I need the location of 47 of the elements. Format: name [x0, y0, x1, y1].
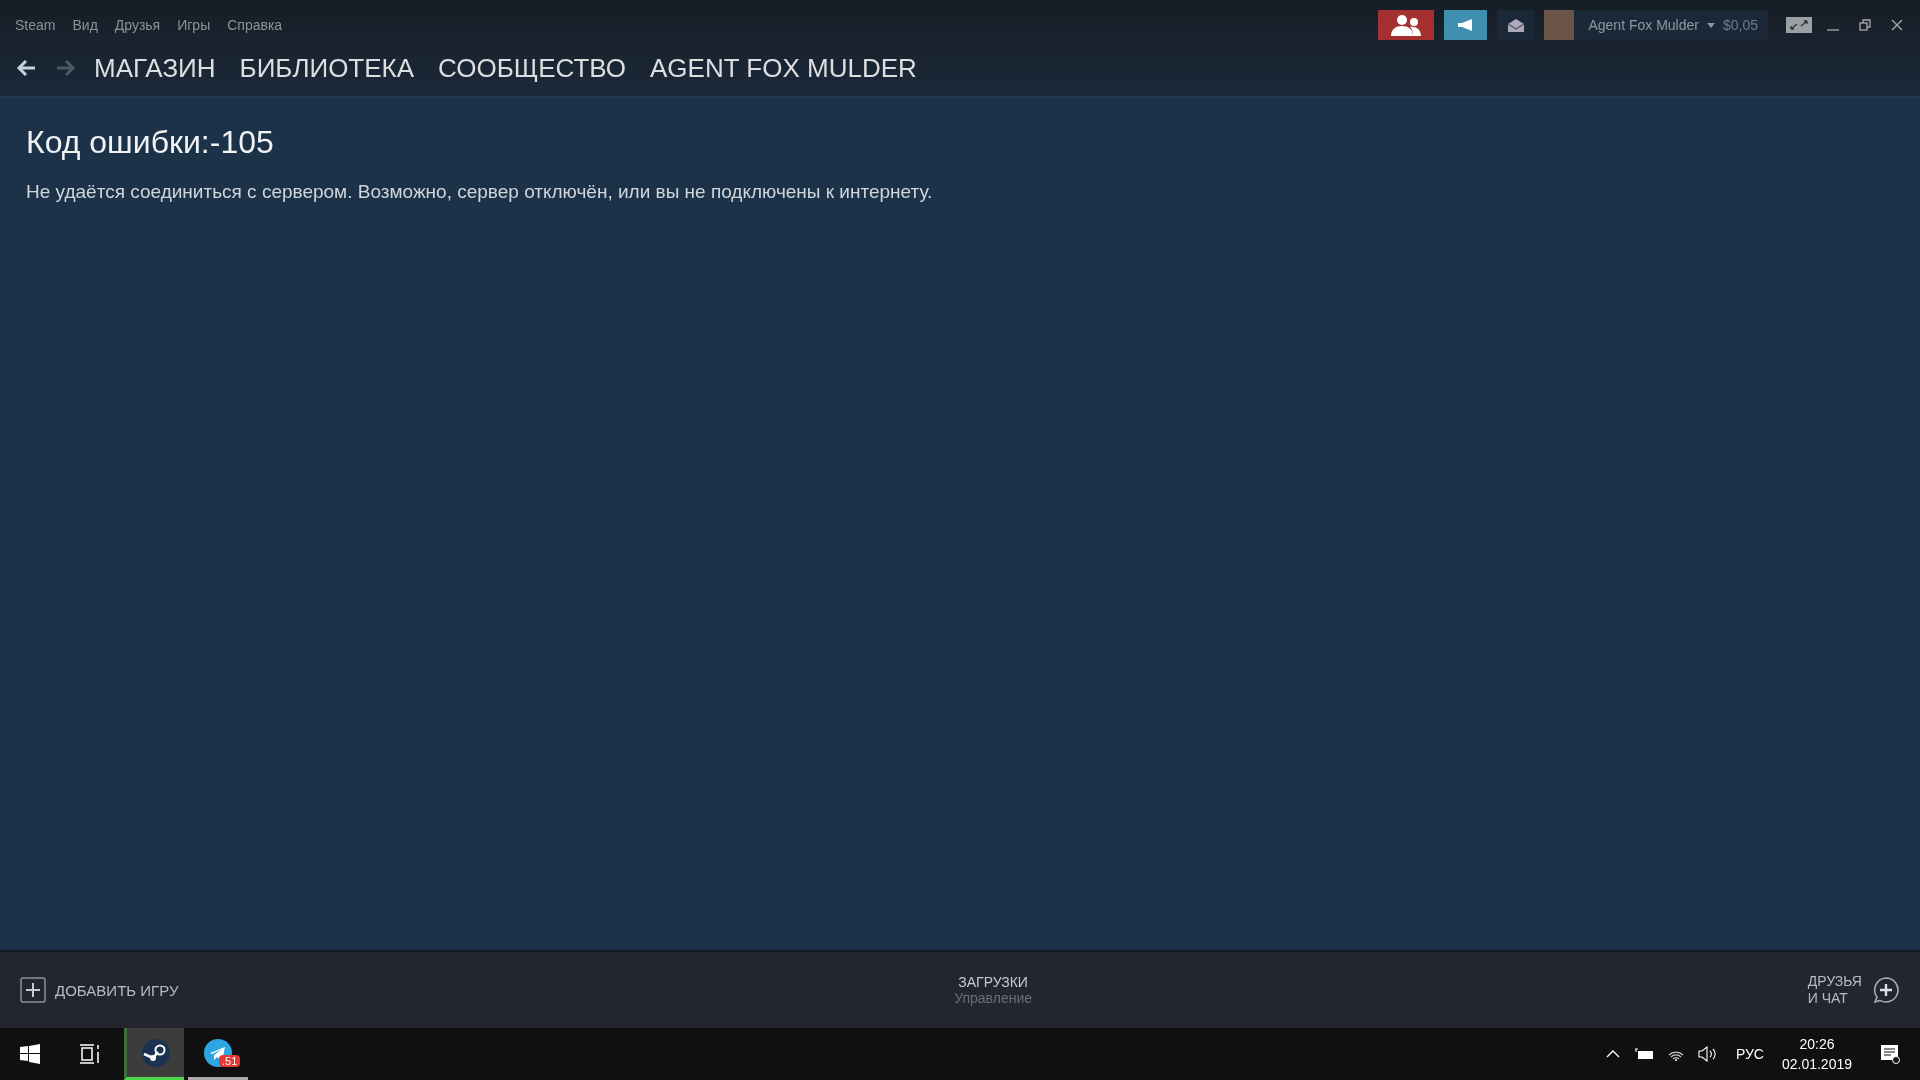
clock-date[interactable]: 02.01.2019 [1781, 1056, 1852, 1072]
expand-icon [1786, 17, 1812, 33]
account-name: Agent Fox Mulder [1588, 17, 1699, 33]
error-message: Не удаётся соединиться с сервером. Возможно, сервер отключён, или вы не подключены к интернету. [26, 181, 934, 203]
back-arrow-icon [16, 59, 36, 77]
wallet-balance: $0,05 [1722, 17, 1758, 33]
notifications-icon[interactable] [1880, 1044, 1900, 1064]
menu-item[interactable]: Игры [177, 17, 211, 33]
chevron-up-icon[interactable] [1605, 1050, 1620, 1058]
big-picture-button[interactable] [1786, 17, 1812, 33]
menu-item[interactable]: Вид [72, 17, 98, 33]
language-indicator[interactable]: РУС [1735, 1046, 1764, 1062]
clock-time[interactable]: 20:26 [1799, 1036, 1835, 1052]
menu-item[interactable]: Друзья [114, 17, 161, 33]
plus-icon [20, 977, 46, 1003]
add-game-button[interactable]: ДОБАВИТЬ ИГРУ [20, 977, 179, 1003]
nav-tab[interactable]: МАГАЗИН [94, 52, 216, 84]
battery-icon[interactable] [1633, 1048, 1654, 1060]
windows-icon [20, 1044, 40, 1064]
inbox-button[interactable] [1497, 10, 1535, 40]
nav-tab[interactable]: БИБЛИОТЕКА [239, 52, 415, 84]
restore-icon [1859, 19, 1871, 31]
account-menu[interactable]: Agent Fox Mulder $0,05 [1544, 10, 1768, 40]
megaphone-icon [1456, 19, 1475, 31]
announcements-button[interactable] [1444, 10, 1488, 40]
people-icon [1389, 14, 1424, 36]
menu-item[interactable]: Справка [227, 17, 283, 33]
notification-badge: .51 [219, 1055, 241, 1067]
minimize-icon [1827, 28, 1839, 31]
nav-tab[interactable]: AGENT FOX MULDER [650, 52, 917, 84]
speaker-icon[interactable] [1697, 1046, 1718, 1062]
taskbar-app[interactable]: .51 [188, 1028, 248, 1080]
friends-button[interactable] [1378, 10, 1435, 40]
caret-icon [1706, 22, 1715, 28]
nav-tab[interactable]: СООБЩЕСТВО [438, 52, 626, 84]
steam-icon [140, 1037, 171, 1068]
forward-arrow-icon [56, 59, 76, 77]
taskbar-app[interactable] [124, 1028, 184, 1080]
task-view-icon [79, 1044, 101, 1064]
downloads-button[interactable]: ЗАГРУЗКИ Управление [954, 974, 1032, 1006]
error-title: Код ошибки:-105 [26, 124, 275, 161]
close-icon [1891, 19, 1903, 31]
menu-item[interactable]: Steam [15, 17, 56, 33]
friends-chat-button[interactable]: ДРУЗЬЯ И ЧАТ [1807, 973, 1900, 1007]
chat-plus-icon [1872, 976, 1900, 1004]
avatar-placeholder [1544, 10, 1575, 40]
envelope-icon [1506, 18, 1525, 32]
